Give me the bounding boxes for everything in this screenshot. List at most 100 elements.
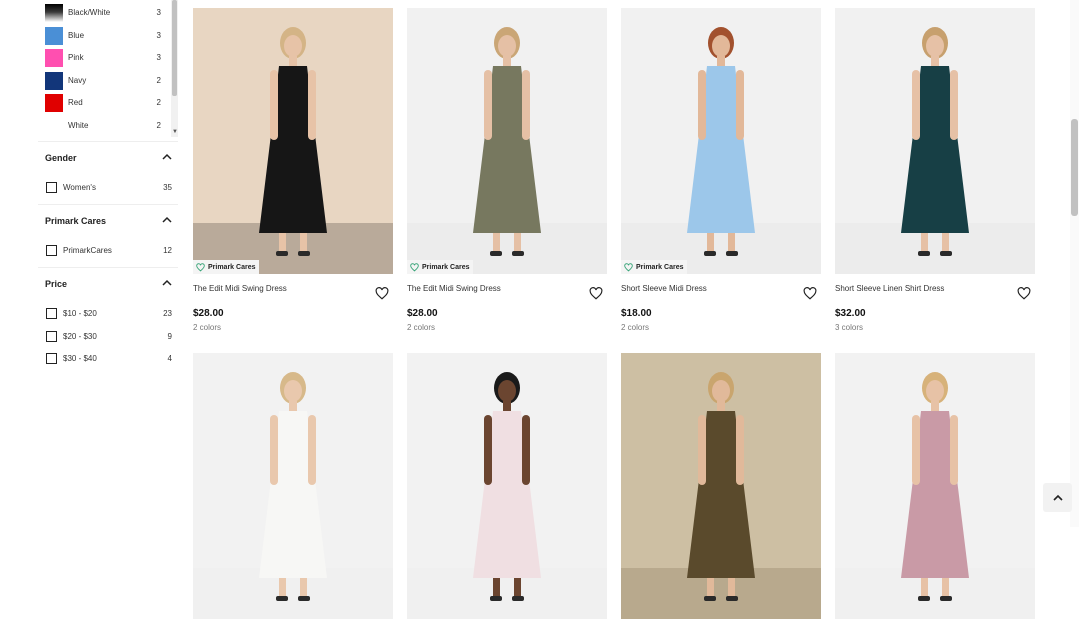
option-count: 12 (163, 246, 172, 255)
product-image[interactable] (407, 353, 607, 619)
product-price: $32.00 (835, 308, 866, 319)
checkbox[interactable] (46, 353, 57, 364)
color-count: 3 (156, 8, 161, 17)
checkbox[interactable] (46, 245, 57, 256)
model-shape (918, 596, 930, 601)
model-shape (473, 66, 541, 233)
product-image[interactable]: Primark Cares (621, 8, 821, 274)
color-option-navy[interactable]: Navy 2 (45, 72, 167, 90)
model-shape (276, 596, 288, 601)
heart-icon[interactable] (375, 287, 389, 300)
product-name[interactable]: Short Sleeve Linen Shirt Dress (835, 284, 944, 293)
product-name[interactable]: The Edit Midi Swing Dress (407, 284, 501, 293)
product-color-count: 2 colors (193, 323, 222, 332)
cares-heart-icon (624, 262, 633, 271)
product-name[interactable]: Short Sleeve Midi Dress (621, 284, 707, 293)
color-option-black-white[interactable]: Black/White 3 (45, 4, 167, 22)
gender-filter-header[interactable]: Gender (45, 151, 173, 167)
color-option-red[interactable]: Red 2 (45, 94, 167, 112)
model-shape (712, 380, 730, 402)
color-option-blue[interactable]: Blue 3 (45, 27, 167, 45)
primark-cares-badge: Primark Cares (407, 260, 474, 274)
product-image[interactable]: Primark Cares (193, 8, 393, 274)
model-shape (259, 66, 327, 233)
checkbox[interactable] (46, 331, 57, 342)
scroll-down-arrow-icon[interactable]: ▼ (172, 129, 178, 135)
page-scrollbar-thumb[interactable] (1071, 119, 1078, 216)
model-shape (484, 415, 492, 485)
badge-label: Primark Cares (208, 263, 256, 271)
color-option-white[interactable]: White 2 (45, 117, 167, 135)
model-shape (308, 70, 316, 140)
model-shape (698, 415, 706, 485)
heart-icon[interactable] (1017, 287, 1031, 300)
product-price: $28.00 (193, 308, 224, 319)
model-shape (308, 415, 316, 485)
model-shape (687, 66, 755, 233)
product-image[interactable] (835, 353, 1035, 619)
product-image[interactable] (193, 353, 393, 619)
color-filter-list: Black/White 3 Blue 3 Pink 3 Navy 2 Red 2… (0, 0, 180, 137)
section-title: Price (45, 279, 68, 289)
model-shape (493, 578, 500, 598)
model-shape (284, 380, 302, 402)
color-label: Red (68, 98, 83, 107)
back-to-top-button[interactable] (1043, 483, 1072, 512)
heart-icon[interactable] (589, 287, 603, 300)
heart-icon[interactable] (803, 287, 817, 300)
model-shape (918, 251, 930, 256)
color-label: Blue (68, 31, 85, 40)
color-swatch (45, 49, 63, 67)
page-scrollbar-track[interactable] (1070, 0, 1079, 527)
product-name[interactable]: The Edit Midi Swing Dress (193, 284, 287, 293)
chevron-up-icon (1052, 494, 1063, 501)
option-label: PrimarkCares (63, 246, 112, 255)
color-option-pink[interactable]: Pink 3 (45, 49, 167, 67)
chevron-up-icon (162, 279, 172, 286)
filter-sidebar: Black/White 3 Blue 3 Pink 3 Navy 2 Red 2… (0, 0, 185, 527)
model-shape (736, 70, 744, 140)
primark-cares-filter-header[interactable]: Primark Cares (45, 214, 173, 230)
model-shape (503, 56, 511, 66)
product-image[interactable]: Primark Cares (407, 8, 607, 274)
model-shape (514, 233, 521, 253)
checkbox[interactable] (46, 182, 57, 193)
option-label: $30 - $40 (63, 354, 97, 363)
model-shape (950, 70, 958, 140)
model-shape (926, 380, 944, 402)
model-illustration (407, 27, 607, 274)
color-count: 2 (156, 98, 161, 107)
color-label: Black/White (68, 8, 111, 17)
price-option-10-20[interactable]: $10 - $20 23 (46, 307, 172, 321)
model-shape (931, 56, 939, 66)
model-shape (259, 411, 327, 578)
checkbox[interactable] (46, 308, 57, 319)
price-filter-header[interactable]: Price (45, 277, 173, 293)
model-shape (270, 70, 278, 140)
scrollbar-thumb[interactable] (172, 0, 177, 96)
product-color-count: 2 colors (621, 323, 650, 332)
product-image[interactable] (621, 353, 821, 619)
model-shape (942, 233, 949, 253)
price-option-30-40[interactable]: $30 - $40 4 (46, 352, 172, 366)
price-option-20-30[interactable]: $20 - $30 9 (46, 330, 172, 344)
model-shape (726, 251, 738, 256)
color-swatch (45, 72, 63, 90)
color-list-scrollbar[interactable]: ▼ (171, 0, 178, 137)
option-label: $20 - $30 (63, 332, 97, 341)
option-count: 23 (163, 309, 172, 318)
chevron-up-icon (162, 216, 172, 223)
gender-option-womens[interactable]: Women's 35 (46, 181, 172, 195)
model-shape (490, 596, 502, 601)
color-count: 2 (156, 76, 161, 85)
model-shape (707, 578, 714, 598)
model-shape (484, 70, 492, 140)
model-shape (512, 596, 524, 601)
color-count: 3 (156, 31, 161, 40)
badge-label: Primark Cares (636, 263, 684, 271)
product-image[interactable] (835, 8, 1035, 274)
model-shape (726, 596, 738, 601)
model-shape (687, 411, 755, 578)
primark-cares-option[interactable]: PrimarkCares 12 (46, 244, 172, 258)
model-shape (921, 578, 928, 598)
